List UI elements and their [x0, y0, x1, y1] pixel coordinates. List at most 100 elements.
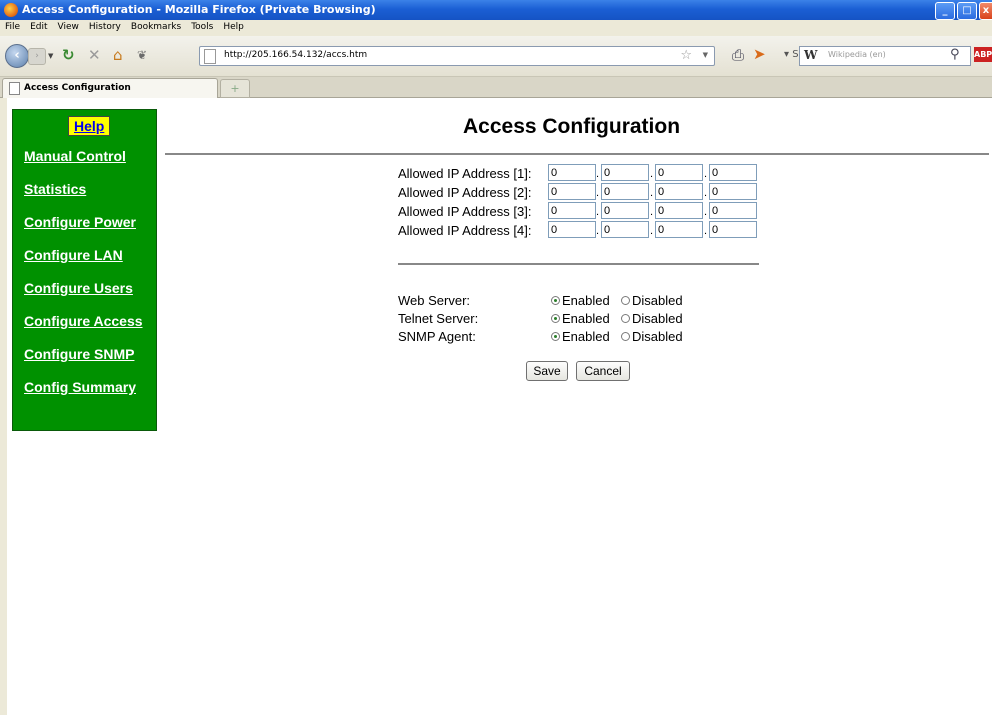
ip-label: Allowed IP Address [1]: — [398, 166, 532, 181]
firefox-icon — [4, 3, 18, 17]
sidebar-link-manual-control[interactable]: Manual Control — [24, 148, 126, 164]
address-bar[interactable]: http://205.166.54.132/accs.htm ☆ ▼ — [199, 46, 715, 66]
ip-octet-input[interactable]: 0 — [655, 202, 703, 219]
enabled-label[interactable]: Enabled — [562, 311, 610, 326]
sidebar-link-statistics[interactable]: Statistics — [24, 181, 86, 197]
ip-label: Allowed IP Address [4]: — [398, 223, 532, 238]
new-tab-button[interactable]: + — [220, 79, 250, 98]
cancel-button[interactable]: Cancel — [576, 361, 630, 381]
wikipedia-icon[interactable]: W — [804, 48, 817, 62]
search-placeholder: Wikipedia (en) — [828, 50, 886, 59]
menu-tools[interactable]: Tools — [186, 20, 218, 32]
stop-icon[interactable]: ✕ — [88, 46, 101, 64]
ip-dot: . — [704, 168, 708, 180]
page-icon — [204, 49, 216, 64]
ip-dot: . — [596, 225, 600, 237]
ip-octet-input[interactable]: 0 — [709, 183, 757, 200]
enabled-radio[interactable] — [551, 332, 560, 341]
menu-help[interactable]: Help — [218, 20, 249, 32]
menu-view[interactable]: View — [53, 20, 84, 32]
reload-icon[interactable]: ↻ — [62, 46, 75, 64]
ip-octet-input[interactable]: 0 — [655, 164, 703, 181]
bird-icon[interactable]: ➤ — [753, 45, 766, 63]
history-dropdown-icon[interactable]: ▼ — [48, 52, 53, 60]
service-label: Web Server: — [398, 293, 471, 308]
ip-dot: . — [650, 206, 654, 218]
back-icon[interactable]: ‹ — [5, 44, 29, 68]
ip-dot: . — [704, 206, 708, 218]
service-label: SNMP Agent: — [398, 329, 476, 344]
url-dropdown-icon[interactable]: ▼ — [703, 51, 708, 59]
ip-label: Allowed IP Address [3]: — [398, 204, 532, 219]
enabled-radio[interactable] — [551, 296, 560, 305]
sidebar-link-configure-snmp[interactable]: Configure SNMP — [24, 346, 134, 362]
print-icon[interactable]: ⎙ — [732, 46, 744, 64]
url-text[interactable]: http://205.166.54.132/accs.htm — [224, 50, 367, 60]
sidebar-link-configure-power[interactable]: Configure Power — [24, 214, 136, 230]
ip-octet-input[interactable]: 0 — [655, 183, 703, 200]
ip-octet-input[interactable]: 0 — [709, 221, 757, 238]
disabled-label[interactable]: Disabled — [632, 329, 683, 344]
ip-octet-input[interactable]: 0 — [601, 221, 649, 238]
ip-dot: . — [596, 187, 600, 199]
search-engine-dropdown-icon[interactable]: ▾ S — [784, 49, 799, 60]
disabled-radio[interactable] — [621, 296, 630, 305]
ip-octet-input[interactable]: 0 — [709, 202, 757, 219]
window-title: Access Configuration - Mozilla Firefox (… — [22, 3, 376, 16]
sidebar-link-config-summary[interactable]: Config Summary — [24, 379, 136, 395]
search-icon[interactable]: ⚲ — [950, 47, 960, 62]
tab-access-configuration[interactable]: Access Configuration — [2, 78, 218, 98]
divider — [165, 153, 989, 155]
service-label: Telnet Server: — [398, 311, 479, 326]
sidebar-nav: Help Manual Control Statistics Configure… — [12, 109, 157, 431]
adblock-icon[interactable]: ABP — [974, 47, 992, 62]
ip-dot: . — [650, 225, 654, 237]
home-icon[interactable]: ⌂ — [113, 46, 123, 64]
menu-history[interactable]: History — [84, 20, 126, 32]
tab-label: Access Configuration — [24, 83, 131, 93]
maximize-button[interactable]: □ — [957, 2, 977, 20]
window-controls: _ □ x — [935, 2, 992, 20]
menu-edit[interactable]: Edit — [25, 20, 52, 32]
sidebar-link-configure-users[interactable]: Configure Users — [24, 280, 133, 296]
document-icon — [9, 82, 20, 95]
disabled-label[interactable]: Disabled — [632, 311, 683, 326]
ip-dot: . — [650, 168, 654, 180]
disabled-radio[interactable] — [621, 332, 630, 341]
sidebar-link-configure-lan[interactable]: Configure LAN — [24, 247, 123, 263]
ip-dot: . — [704, 225, 708, 237]
ip-octet-input[interactable]: 0 — [601, 164, 649, 181]
ip-dot: . — [596, 206, 600, 218]
window-titlebar: Access Configuration - Mozilla Firefox (… — [0, 0, 992, 20]
sidebar-link-configure-access[interactable]: Configure Access — [24, 313, 143, 329]
bookmark-star-icon[interactable]: ☆ — [680, 48, 692, 63]
menu-file[interactable]: File — [0, 20, 25, 32]
ip-octet-input[interactable]: 0 — [548, 164, 596, 181]
search-box[interactable]: W Wikipedia (en) — [799, 46, 971, 66]
disabled-radio[interactable] — [621, 314, 630, 323]
enabled-label[interactable]: Enabled — [562, 293, 610, 308]
ip-octet-input[interactable]: 0 — [548, 183, 596, 200]
menu-bookmarks[interactable]: Bookmarks — [126, 20, 186, 32]
ip-octet-input[interactable]: 0 — [548, 202, 596, 219]
page-title: Access Configuration — [463, 115, 681, 138]
greasemonkey-icon[interactable]: ❦ — [137, 46, 147, 64]
ip-octet-input[interactable]: 0 — [709, 164, 757, 181]
menu-bar: File Edit View History Bookmarks Tools Help — [0, 20, 992, 36]
enabled-label[interactable]: Enabled — [562, 329, 610, 344]
close-button[interactable]: x — [979, 2, 992, 20]
save-button[interactable]: Save — [526, 361, 568, 381]
ip-octet-input[interactable]: 0 — [601, 183, 649, 200]
ip-octet-input[interactable]: 0 — [655, 221, 703, 238]
minimize-button[interactable]: _ — [935, 2, 955, 20]
ip-octet-input[interactable]: 0 — [548, 221, 596, 238]
help-link[interactable]: Help — [68, 116, 111, 136]
tab-strip: Access Configuration + — [0, 77, 992, 98]
ip-dot: . — [650, 187, 654, 199]
enabled-radio[interactable] — [551, 314, 560, 323]
ip-octet-input[interactable]: 0 — [601, 202, 649, 219]
disabled-label[interactable]: Disabled — [632, 293, 683, 308]
forward-icon[interactable]: › — [28, 48, 46, 65]
navigation-toolbar: ‹ › ▼ ↻ ✕ ⌂ ❦ http://205.166.54.132/accs… — [0, 36, 992, 77]
ip-dot: . — [596, 168, 600, 180]
